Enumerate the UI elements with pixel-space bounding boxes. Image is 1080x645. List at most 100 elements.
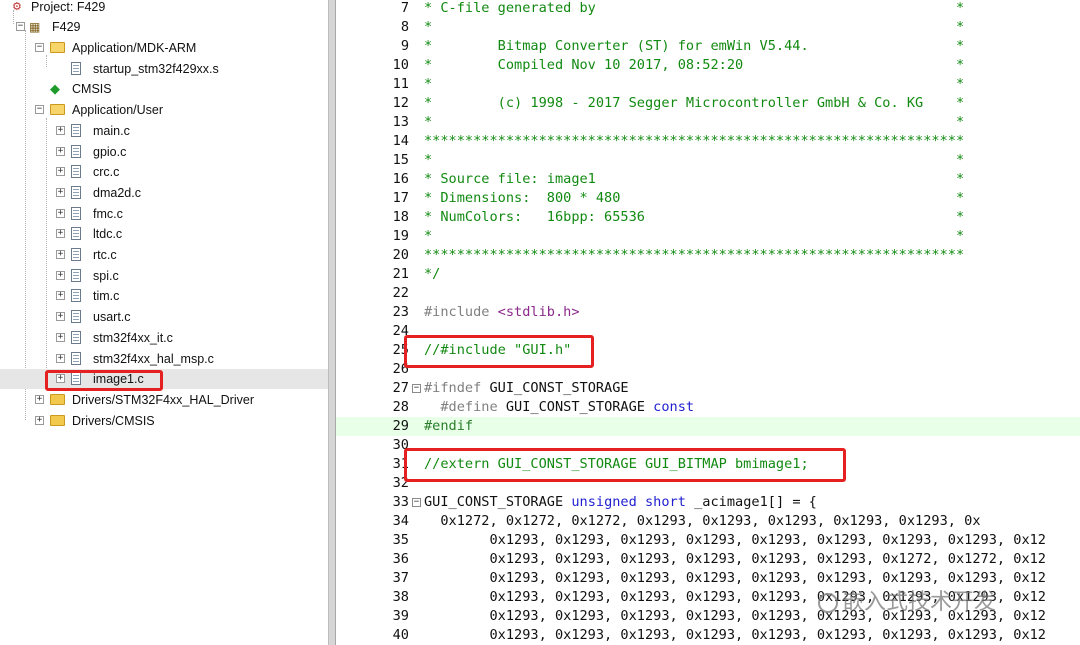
tree-item[interactable]: + dma2d.c [0, 183, 328, 203]
tree-item[interactable]: + gpio.c [0, 142, 328, 162]
code-line[interactable]: 7 * C-file generated by * [336, 0, 1080, 18]
code-line[interactable]: 13 * * [336, 113, 1080, 132]
tree-item-label: ltdc.c [93, 227, 123, 242]
code-line[interactable]: 28 #define GUI_CONST_STORAGE const [336, 398, 1080, 417]
tree-item-label: Drivers/STM32F4xx_HAL_Driver [72, 392, 254, 407]
code-line[interactable]: 20 **************************************… [336, 246, 1080, 265]
code-text: * Source file: image1 * [424, 171, 965, 187]
collapse-icon[interactable]: − [16, 22, 25, 31]
project-root-label: Project: F429 [31, 0, 106, 14]
line-number: 33 [392, 494, 409, 510]
expand-icon[interactable]: + [35, 415, 44, 425]
code-line[interactable]: 15 * * [336, 151, 1080, 170]
panel-splitter[interactable] [328, 0, 336, 645]
target-icon: ▦ [29, 20, 41, 34]
line-number: 12 [392, 95, 409, 111]
expand-icon[interactable]: + [56, 167, 65, 177]
tree-item[interactable]: − Application/User [0, 100, 328, 120]
code-line[interactable]: 19 * * [336, 227, 1080, 246]
expand-icon[interactable]: + [56, 353, 65, 363]
line-number: 30 [392, 437, 409, 453]
code-line[interactable]: 11 * * [336, 75, 1080, 94]
code-line[interactable]: 22 [336, 284, 1080, 303]
line-number: 11 [392, 76, 409, 92]
file-icon [71, 268, 81, 282]
tree-item[interactable]: + Drivers/CMSIS [0, 411, 328, 431]
expand-icon[interactable]: + [56, 187, 65, 197]
tree-target-f429[interactable]: − ▦ F429 [0, 17, 328, 37]
tree-item-label: fmc.c [93, 206, 123, 221]
tree-item[interactable]: + fmc.c [0, 204, 328, 224]
target-label: F429 [52, 20, 81, 34]
collapse-icon[interactable]: − [35, 43, 44, 52]
code-line[interactable]: 12 * (c) 1998 - 2017 Segger Microcontroll… [336, 94, 1080, 113]
code-line[interactable]: 21 */ [336, 265, 1080, 284]
expand-icon[interactable]: + [56, 229, 65, 239]
tree-item[interactable]: + tim.c [0, 286, 328, 306]
tree-item[interactable]: startup_stm32f429xx.s [0, 59, 328, 79]
tree-item[interactable]: + spi.c [0, 266, 328, 286]
code-line[interactable]: 16 * Source file: image1 * [336, 170, 1080, 189]
tree-item-label: stm32f4xx_it.c [93, 330, 173, 345]
tree-item[interactable]: ◆ CMSIS [0, 79, 328, 99]
folder-icon [50, 414, 65, 426]
tree-item[interactable]: + Drivers/STM32F4xx_HAL_Driver [0, 390, 328, 410]
code-line[interactable]: 35 0x1293, 0x1293, 0x1293, 0x1293, 0x129… [336, 531, 1080, 550]
fold-icon[interactable]: − [412, 498, 421, 507]
line-number: 8 [400, 19, 409, 35]
folder-icon [50, 42, 65, 53]
code-line[interactable]: 34 0x1272, 0x1272, 0x1272, 0x1293, 0x129… [336, 512, 1080, 531]
tree-item-label: spi.c [93, 268, 119, 283]
code-line[interactable]: 9 * Bitmap Converter (ST) for emWin V5.44… [336, 37, 1080, 56]
expand-icon[interactable]: + [56, 312, 65, 322]
expand-icon[interactable]: + [56, 250, 65, 259]
fold-icon[interactable]: − [412, 384, 421, 393]
tree-item[interactable]: − Application/MDK-ARM [0, 38, 328, 58]
expand-icon[interactable]: + [56, 146, 65, 156]
code-line[interactable]: 27− #ifndef GUI_CONST_STORAGE [336, 379, 1080, 398]
tree-item[interactable]: + ltdc.c [0, 224, 328, 244]
code-line[interactable]: 33− GUI_CONST_STORAGE unsigned short _aci… [336, 493, 1080, 512]
expand-icon[interactable]: + [56, 208, 65, 218]
code-editor[interactable]: 7 * C-file generated by * 8 * * 9 * Bitmap Co… [336, 0, 1080, 645]
code-line[interactable]: 10 * Compiled Nov 10 2017, 08:52:20 * [336, 56, 1080, 75]
tree-item-label: Drivers/CMSIS [72, 413, 155, 428]
tree-item[interactable]: + crc.c [0, 162, 328, 182]
code-line[interactable]: 8 * * [336, 18, 1080, 37]
line-number: 10 [392, 57, 409, 73]
expand-icon[interactable]: + [56, 125, 65, 135]
tree-item[interactable]: + stm32f4xx_hal_msp.c [0, 349, 328, 369]
collapse-icon[interactable]: − [35, 105, 44, 115]
code-line[interactable]: 17 * Dimensions: 800 * 480 * [336, 189, 1080, 208]
code-line[interactable]: 14 **************************************… [336, 132, 1080, 151]
expand-icon[interactable]: + [56, 270, 65, 280]
file-icon [71, 330, 81, 344]
line-number: 32 [392, 475, 409, 491]
code-line[interactable]: 18 * NumColors: 16bpp: 65536 * [336, 208, 1080, 227]
line-number: 15 [392, 152, 409, 168]
line-number: 23 [392, 304, 409, 320]
code-line[interactable]: 40 0x1293, 0x1293, 0x1293, 0x1293, 0x129… [336, 626, 1080, 645]
line-number: 13 [392, 114, 409, 130]
tree-item[interactable]: + main.c [0, 121, 328, 141]
expand-icon[interactable]: + [56, 291, 65, 301]
line-number: 38 [392, 589, 409, 605]
code-line[interactable]: 36 0x1293, 0x1293, 0x1293, 0x1293, 0x129… [336, 550, 1080, 569]
tree-item[interactable]: + rtc.c [0, 245, 328, 265]
line-number: 14 [392, 133, 409, 149]
tree-item-label: Application/User [72, 103, 164, 118]
code-line[interactable]: 23 #include <stdlib.h> [336, 303, 1080, 322]
code-text: * (c) 1998 - 2017 Segger Microcontroller… [424, 95, 965, 111]
code-text: #define GUI_CONST_STORAGE const [424, 399, 695, 415]
code-text: 0x1293, 0x1293, 0x1293, 0x1293, 0x1293, … [424, 551, 1046, 567]
tree-project-root[interactable]: ⚙ Project: F429 [0, 0, 328, 17]
line-number: 36 [392, 551, 409, 567]
expand-icon[interactable]: + [56, 332, 65, 342]
code-line[interactable]: 29 #endif [336, 417, 1080, 436]
file-icon [71, 165, 81, 179]
tree-item[interactable]: + stm32f4xx_it.c [0, 328, 328, 348]
component-icon: ◆ [50, 81, 60, 97]
tree-item[interactable]: + usart.c [0, 307, 328, 327]
expand-icon[interactable]: + [35, 394, 44, 404]
file-icon [71, 123, 81, 137]
